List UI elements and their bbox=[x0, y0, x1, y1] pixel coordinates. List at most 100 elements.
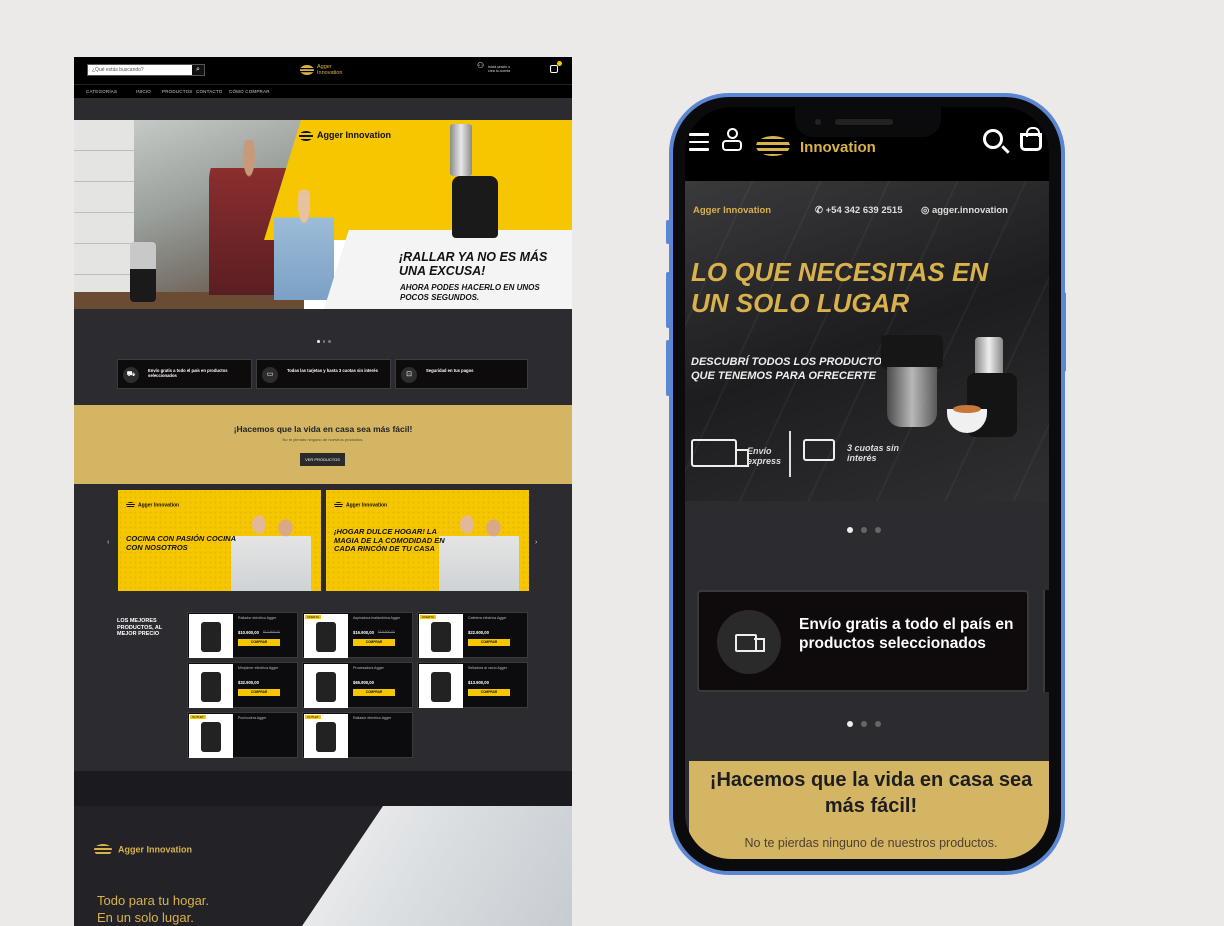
promo-home-photo bbox=[439, 510, 519, 591]
nav-item-como-comprar[interactable]: CÓMO COMPRAR bbox=[229, 89, 270, 94]
product-name[interactable]: Rallador eléctrico Agger bbox=[238, 616, 296, 620]
hero-carousel-dots[interactable] bbox=[317, 340, 331, 343]
product-name[interactable]: Cafetera eléctrica Agger bbox=[468, 616, 526, 620]
phone-mockup: Innovation Agger Innovation ✆ +54 342 63… bbox=[669, 93, 1065, 875]
product-card[interactable]: OFERTA Cafetera eléctrica Agger $22.900,00… bbox=[417, 612, 528, 658]
nav-item-productos[interactable]: PRODUCTOS bbox=[162, 89, 192, 94]
product-name[interactable]: Pochoclera Agger bbox=[238, 716, 296, 720]
promo-kitchen-photo bbox=[231, 510, 311, 591]
carousel-prev-icon[interactable]: ‹ bbox=[107, 539, 109, 546]
promo-band: ¡Hacemos que la vida en casa sea más fác… bbox=[74, 405, 572, 484]
product-name[interactable]: Rallador eléctrico Agger bbox=[353, 716, 411, 720]
footer-tagline-1: Todo para tu hogar. bbox=[97, 893, 210, 908]
phone-hero-banner[interactable]: Agger Innovation ✆ +54 342 639 2515 ◎ ag… bbox=[685, 181, 1049, 501]
product-name[interactable]: Procesadora Agger bbox=[353, 666, 411, 670]
truck-icon: ⛟ bbox=[123, 367, 139, 383]
credit-card-icon bbox=[803, 439, 835, 461]
carousel-next-icon[interactable]: › bbox=[535, 539, 537, 546]
footer-logo: Agger Innovation bbox=[94, 844, 192, 856]
product-price: $22.900,00 bbox=[468, 630, 489, 635]
product-image: OFERTA bbox=[419, 614, 463, 658]
hero-brand: Agger Innovation bbox=[299, 130, 391, 141]
truck-icon bbox=[691, 439, 749, 467]
logo-swoosh-icon bbox=[756, 136, 790, 156]
search-icon[interactable]: ⌕ bbox=[192, 65, 204, 75]
account-line-2: creá tu cuenta bbox=[488, 69, 511, 73]
phone-features-section: Envío gratis a todo el país en productos… bbox=[685, 501, 1049, 761]
truck-icon bbox=[717, 610, 781, 674]
features-carousel-dots[interactable] bbox=[847, 721, 881, 727]
buy-button[interactable]: COMPRAR bbox=[468, 639, 510, 646]
promo-card-kitchen[interactable]: Agger Innovation COCINA CON PASIÓN COCIN… bbox=[118, 490, 321, 591]
whatsapp-number: +54 342 639 2515 bbox=[825, 205, 903, 216]
desktop-header: ¿Qué estás buscando? ⌕ Agger Innovation … bbox=[74, 57, 572, 84]
phone-feature-shipping: Envío gratis a todo el país en productos… bbox=[697, 590, 1029, 692]
hero-banner[interactable]: Agger Innovation ¡RALLAR YA NO ES MÁS UN… bbox=[74, 120, 572, 309]
product-tag: OUTLET bbox=[190, 715, 206, 719]
search-icon[interactable] bbox=[983, 129, 1003, 149]
user-icon[interactable] bbox=[721, 128, 743, 152]
nav-item-contacto[interactable]: CONTACTO bbox=[196, 89, 222, 94]
buy-button[interactable]: COMPRAR bbox=[238, 639, 280, 646]
product-name[interactable]: Minipimer eléctrica Agger bbox=[238, 666, 296, 670]
hero-carousel-dots[interactable] bbox=[847, 527, 881, 533]
product-image bbox=[419, 664, 463, 708]
buy-button[interactable]: COMPRAR bbox=[353, 689, 395, 696]
product-card[interactable]: OUTLET Pochoclera Agger bbox=[187, 712, 298, 758]
product-old-price: $19.900,00 bbox=[378, 630, 395, 634]
hero-headline: ¡RALLAR YA NO ES MÁS UNA EXCUSA! bbox=[399, 250, 548, 278]
promo-text: COCINA CON PASIÓN COCINA CON NOSOTROS bbox=[126, 534, 236, 552]
search-input[interactable]: ¿Qué estás buscando? ⌕ bbox=[87, 64, 205, 76]
dark-divider bbox=[74, 771, 572, 806]
logo-text: Agger Innovation bbox=[317, 64, 343, 76]
footer-photo bbox=[302, 806, 572, 926]
product-image: OFERTA bbox=[304, 614, 348, 658]
product-price: $13.900,00 bbox=[468, 680, 489, 685]
hero-grater-image bbox=[446, 120, 506, 240]
product-card[interactable]: Procesadora Agger $65.900,00 COMPRAR bbox=[302, 662, 413, 708]
buy-button[interactable]: COMPRAR bbox=[238, 689, 280, 696]
nav-item-inicio[interactable]: INICIO bbox=[136, 89, 151, 94]
best-products-title: LOS MEJORES PRODUCTOS, AL MEJOR PRECIO bbox=[117, 618, 163, 637]
logo[interactable]: Agger Innovation bbox=[300, 63, 342, 79]
product-card[interactable]: OUTLET Rallador eléctrico Agger bbox=[302, 712, 413, 758]
nav-item-categorias[interactable]: CATEGORÍAS bbox=[86, 89, 117, 94]
promo-band-title: ¡Hacemos que la vida en casa sea más fác… bbox=[233, 424, 413, 434]
hamburger-menu-icon[interactable] bbox=[689, 133, 709, 151]
buy-button[interactable]: COMPRAR bbox=[353, 639, 395, 646]
product-image: OUTLET bbox=[189, 714, 233, 758]
coffee-maker-image bbox=[881, 331, 945, 431]
phone-screen: Innovation Agger Innovation ✆ +54 342 63… bbox=[685, 107, 1049, 859]
account-link[interactable]: ⚇ Iniciá sesión o creá tu cuenta bbox=[477, 62, 548, 74]
product-card[interactable]: Rallador eléctrico Agger $10.900,00 $12.90… bbox=[187, 612, 298, 658]
product-tag: OFERTA bbox=[305, 615, 321, 619]
product-name[interactable]: Selladora al vacío Agger bbox=[468, 666, 526, 670]
phone-notch bbox=[795, 107, 941, 137]
hero-person-girl bbox=[274, 190, 334, 300]
phone-feature-next bbox=[1043, 590, 1049, 692]
product-name[interactable]: Aspiradora inalámbrica Agger bbox=[353, 616, 411, 620]
instagram-handle: agger.innovation bbox=[931, 205, 1008, 216]
product-card[interactable]: Minipimer eléctrica Agger $32.900,00 COMPR… bbox=[187, 662, 298, 708]
product-card[interactable]: Selladora al vacío Agger $13.900,00 COMPRA… bbox=[417, 662, 528, 708]
product-price: $65.900,00 bbox=[353, 680, 374, 685]
product-image bbox=[189, 664, 233, 708]
promo-band-subtitle: No te pierdas ninguno de nuestros produc… bbox=[282, 437, 364, 442]
feature-security: ⊡ Seguridad en tus pagos bbox=[395, 359, 528, 389]
promo-card-home[interactable]: Agger Innovation ¡HOGAR DULCE HOGAR! LA … bbox=[326, 490, 529, 591]
phone-hero-whatsapp: ✆ +54 342 639 2515 bbox=[815, 205, 903, 216]
buy-button[interactable]: COMPRAR bbox=[468, 689, 510, 696]
product-card[interactable]: OFERTA Aspiradora inalámbrica Agger $16.90… bbox=[302, 612, 413, 658]
product-price: $32.900,00 bbox=[238, 680, 259, 685]
main-nav: CATEGORÍAS INICIO PRODUCTOS CONTACTO CÓM… bbox=[74, 84, 572, 98]
cart-icon[interactable] bbox=[1020, 127, 1042, 151]
phone-logo[interactable]: Innovation bbox=[756, 136, 876, 156]
phone-hero-headline: LO QUE NECESITAS EN UN SOLO LUGAR bbox=[691, 257, 989, 318]
product-image bbox=[189, 614, 233, 658]
search-placeholder: ¿Qué estás buscando? bbox=[92, 67, 144, 73]
user-icon: ⚇ bbox=[477, 61, 485, 70]
phone-band-title: ¡Hacemos que la vida en casa sea más fác… bbox=[709, 769, 1033, 817]
view-products-button[interactable]: VER PRODUCTOS bbox=[300, 453, 345, 466]
cart-icon[interactable] bbox=[550, 61, 562, 73]
product-tag: OFERTA bbox=[420, 615, 436, 619]
